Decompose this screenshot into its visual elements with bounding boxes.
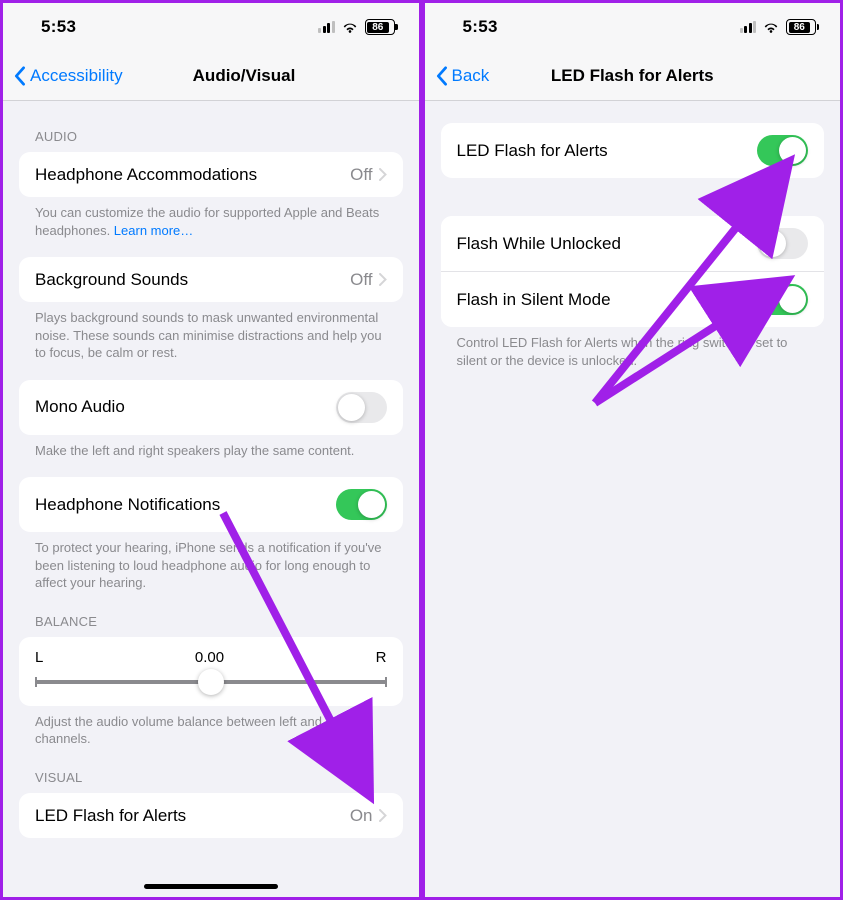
led-flash-alerts-toggle[interactable]	[757, 135, 808, 166]
back-label: Back	[452, 66, 490, 86]
balance-slider[interactable]	[35, 680, 387, 684]
cell-label: Flash While Unlocked	[457, 234, 621, 254]
home-indicator	[144, 884, 278, 889]
cellular-signal-icon	[740, 21, 757, 33]
back-label: Accessibility	[30, 66, 123, 86]
cellular-signal-icon	[318, 21, 335, 33]
wifi-icon	[341, 20, 359, 34]
cell-value: Off	[350, 165, 372, 185]
status-time: 5:53	[463, 17, 498, 37]
back-button[interactable]: Accessibility	[13, 66, 123, 86]
mono-audio-cell[interactable]: Mono Audio	[19, 380, 403, 435]
headphone-notifications-toggle[interactable]	[336, 489, 387, 520]
phone-left: 5:53 86 Accessibility Audio/Visual	[0, 0, 422, 900]
chevron-right-icon	[379, 168, 387, 181]
mono-audio-toggle[interactable]	[336, 392, 387, 423]
footer-text: To protect your hearing, iPhone sends a …	[19, 532, 403, 592]
cell-value: On	[350, 806, 373, 826]
headphone-accommodations-cell[interactable]: Headphone Accommodations Off	[19, 152, 403, 197]
section-header-balance: BALANCE	[19, 592, 403, 637]
status-time: 5:53	[41, 17, 76, 37]
chevron-left-icon	[13, 66, 26, 86]
section-header-audio: AUDIO	[19, 101, 403, 152]
section-header-visual: VISUAL	[19, 748, 403, 793]
flash-silent-mode-toggle[interactable]	[757, 284, 808, 315]
flash-silent-mode-cell[interactable]: Flash in Silent Mode	[441, 271, 825, 327]
footer-text: You can customize the audio for supporte…	[19, 197, 403, 239]
battery-icon: 86	[365, 19, 395, 35]
nav-bar: Back LED Flash for Alerts	[425, 51, 841, 101]
back-button[interactable]: Back	[435, 66, 490, 86]
led-flash-alerts-cell[interactable]: LED Flash for Alerts On	[19, 793, 403, 838]
balance-value: 0.00	[195, 649, 224, 666]
phone-right: 5:53 86 Back LED Flash for Alerts	[422, 0, 843, 900]
cell-label: Flash in Silent Mode	[457, 290, 611, 310]
cell-label: Background Sounds	[35, 270, 188, 290]
status-icons-group: 86	[740, 19, 817, 35]
cell-value: Off	[350, 270, 372, 290]
footer-text: Adjust the audio volume balance between …	[19, 706, 403, 748]
cell-label: LED Flash for Alerts	[457, 141, 608, 161]
balance-card: L 0.00 R	[19, 637, 403, 706]
background-sounds-cell[interactable]: Background Sounds Off	[19, 257, 403, 302]
led-flash-alerts-cell[interactable]: LED Flash for Alerts	[441, 123, 825, 178]
chevron-right-icon	[379, 809, 387, 822]
learn-more-link[interactable]: Learn more…	[114, 223, 193, 238]
footer-text: Make the left and right speakers play th…	[19, 435, 403, 460]
settings-content[interactable]: LED Flash for Alerts Flash While Unlocke…	[425, 101, 841, 897]
wifi-icon	[762, 20, 780, 34]
footer-text: Plays background sounds to mask unwanted…	[19, 302, 403, 362]
headphone-notifications-cell[interactable]: Headphone Notifications	[19, 477, 403, 532]
flash-options-group: Flash While Unlocked Flash in Silent Mod…	[441, 216, 825, 327]
chevron-left-icon	[435, 66, 448, 86]
nav-bar: Accessibility Audio/Visual	[3, 51, 419, 101]
cell-label: Headphone Notifications	[35, 495, 220, 515]
cell-label: Mono Audio	[35, 397, 125, 417]
status-bar: 5:53 86	[3, 3, 419, 51]
battery-icon: 86	[786, 19, 816, 35]
cell-label: Headphone Accommodations	[35, 165, 257, 185]
status-icons-group: 86	[318, 19, 395, 35]
balance-left-label: L	[35, 649, 43, 666]
page-title: Audio/Visual	[193, 66, 296, 86]
settings-content[interactable]: AUDIO Headphone Accommodations Off You c…	[3, 101, 419, 897]
status-bar: 5:53 86	[425, 3, 841, 51]
page-title: LED Flash for Alerts	[551, 66, 714, 86]
slider-thumb[interactable]	[198, 669, 224, 695]
balance-right-label: R	[376, 649, 387, 666]
flash-while-unlocked-cell[interactable]: Flash While Unlocked	[441, 216, 825, 271]
cell-label: LED Flash for Alerts	[35, 806, 186, 826]
flash-while-unlocked-toggle[interactable]	[757, 228, 808, 259]
footer-text: Control LED Flash for Alerts when the ri…	[441, 327, 825, 369]
chevron-right-icon	[379, 273, 387, 286]
